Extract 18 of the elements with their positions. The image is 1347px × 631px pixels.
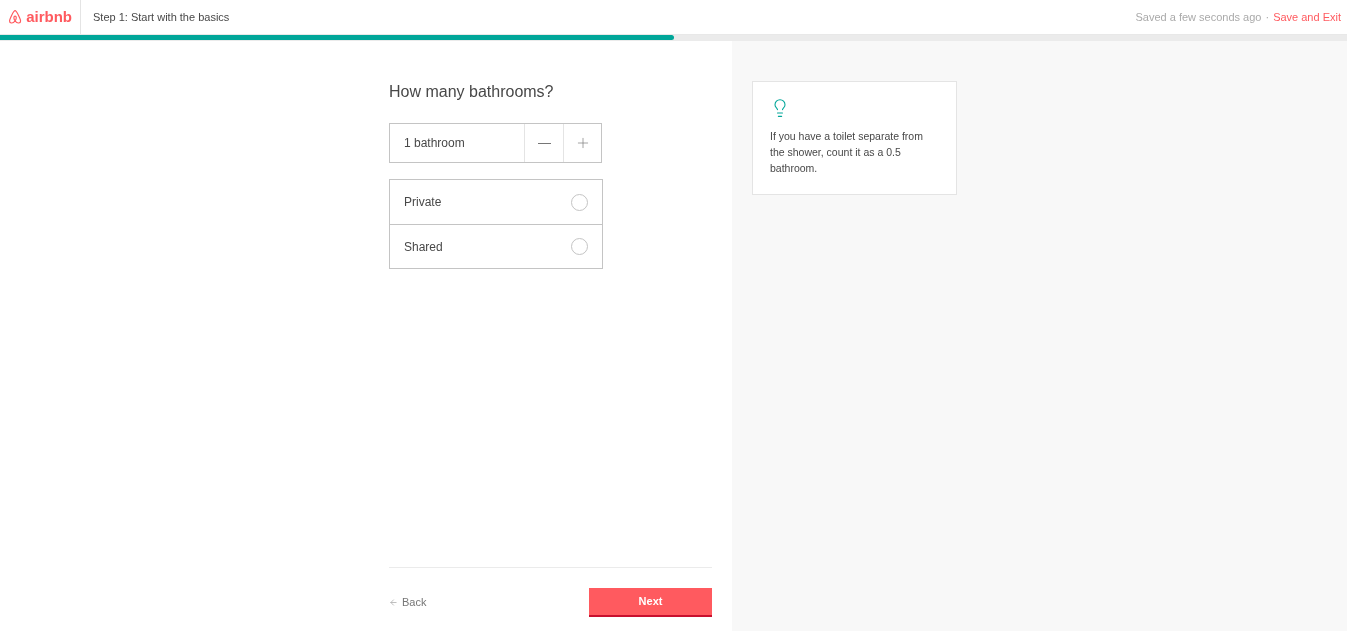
save-and-exit-link[interactable]: Save and Exit [1273, 8, 1341, 26]
option-row[interactable]: Private [390, 180, 602, 224]
back-link[interactable]: Back [389, 594, 427, 611]
saved-status: Saved a few seconds ago [1135, 9, 1262, 25]
question-heading: How many bathrooms? [389, 82, 555, 102]
step-title: Step 1: Start with the basics [93, 9, 230, 25]
tip-text: If you have a toilet separate from the shower, count it as a 0.5 bathroom. [770, 129, 924, 176]
minus-icon [537, 142, 551, 144]
option-label: Shared [404, 238, 444, 256]
option-label: Private [404, 194, 443, 211]
bathroom-stepper[interactable]: 1 bathroom [389, 123, 602, 163]
option-row[interactable]: Shared [390, 224, 602, 268]
logo-icon[interactable] [8, 7, 23, 27]
next-button[interactable]: Next [589, 588, 712, 617]
logo-wordmark[interactable]: airbnb [26, 5, 72, 29]
back-arrow-icon [389, 598, 398, 607]
separator-dot: · [1265, 9, 1270, 25]
stepper-value: 1 bathroom [403, 135, 466, 152]
